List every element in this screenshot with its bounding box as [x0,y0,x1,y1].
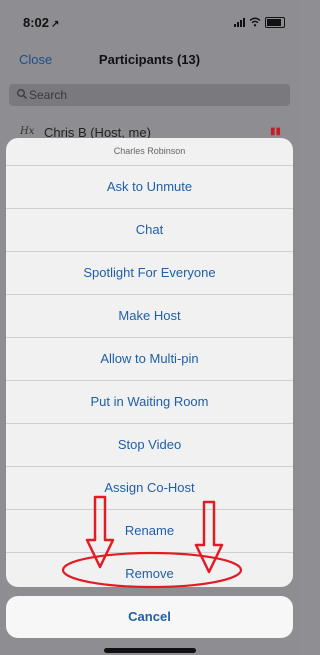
assign-co-host-button[interactable]: Assign Co-Host [6,467,293,510]
action-sheet-title: Charles Robinson [6,138,293,166]
participants-screen: 8:02 ↗ Close Participants (13) Search Hx … [0,0,299,655]
system-icons [234,16,285,28]
location-arrow-icon: ↗ [51,19,60,30]
nav-bar: Close Participants (13) [0,34,299,78]
wifi-icon [249,17,261,27]
search-icon [17,89,27,99]
action-sheet: Charles Robinson Ask to Unmute Chat Spot… [6,138,293,587]
remove-button[interactable]: Remove [6,553,293,587]
signature-icon: Hx [20,126,35,137]
put-in-waiting-room-button[interactable]: Put in Waiting Room [6,381,293,424]
make-host-button[interactable]: Make Host [6,295,293,338]
rename-button[interactable]: Rename [6,510,293,553]
clock: 8:02 ↗ [23,15,60,30]
mic-muted-icon: ▮▮ [269,126,281,137]
home-indicator [104,648,196,653]
spotlight-for-everyone-button[interactable]: Spotlight For Everyone [6,252,293,295]
status-bar: 8:02 ↗ [0,0,299,34]
search-placeholder: Search [29,88,68,102]
page-title: Participants (13) [98,52,201,67]
stop-video-button[interactable]: Stop Video [6,424,293,467]
ask-to-unmute-button[interactable]: Ask to Unmute [6,166,293,209]
signal-icon [234,17,245,27]
chat-button[interactable]: Chat [6,209,293,252]
cancel-button[interactable]: Cancel [6,596,293,638]
allow-multi-pin-button[interactable]: Allow to Multi-pin [6,338,293,381]
battery-icon [265,16,285,28]
search-input[interactable]: Search [9,84,290,106]
